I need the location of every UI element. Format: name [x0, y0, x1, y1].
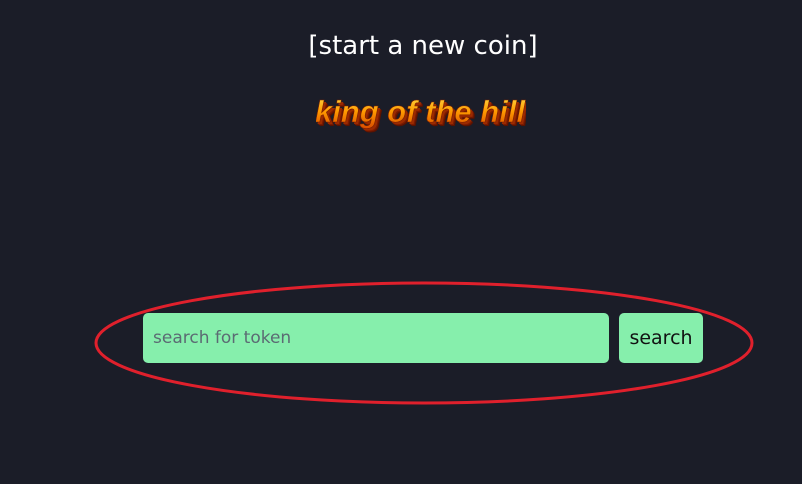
start-new-coin-link[interactable]: [start a new coin]: [0, 28, 802, 64]
king-of-the-hill-logo[interactable]: king of the hill king of the hill king o…: [316, 86, 526, 136]
page: [start a new coin] king of the hill king…: [0, 0, 802, 484]
search-button[interactable]: search: [619, 313, 703, 363]
logo-text: king of the hill: [316, 94, 526, 129]
search-input[interactable]: [143, 313, 609, 363]
highlight-annotation: [94, 281, 754, 405]
